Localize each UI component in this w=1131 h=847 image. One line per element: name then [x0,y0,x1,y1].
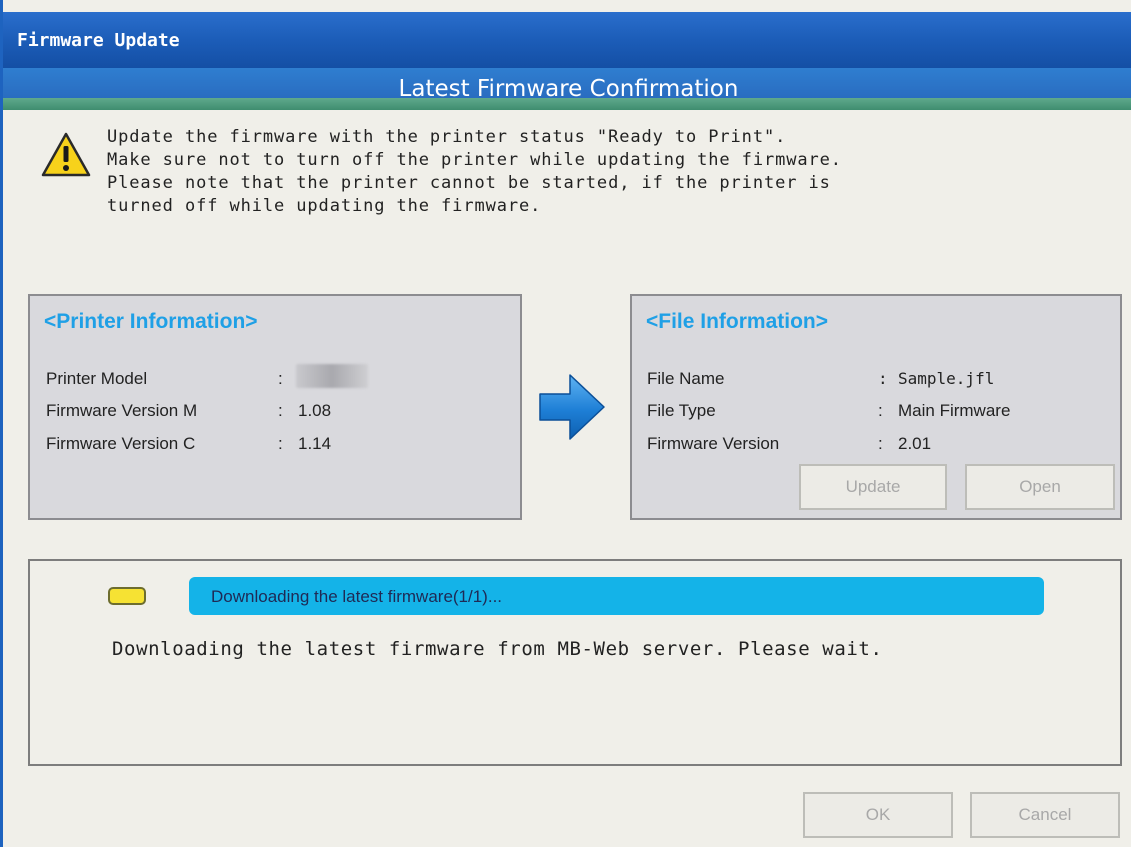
printer-information-panel: <Printer Information> Printer Model : Fi… [28,294,522,520]
status-message: Downloading the latest firmware from MB-… [112,638,883,660]
file-name-label: File Name [647,369,725,388]
file-type-separator: : [878,401,883,420]
firmware-version-m-value: 1.08 [298,401,332,420]
file-firmware-version-label: Firmware Version [647,434,780,453]
firmware-version-m-separator: : [278,401,283,420]
warning-message: Update the firmware with the printer sta… [107,127,842,216]
header-band: Latest Firmware Confirmation [3,68,1131,110]
firmware-version-c-separator: : [278,434,283,453]
progress-status-bar: Downloading the latest firmware(1/1)... [189,577,1044,615]
status-panel: Downloading the latest firmware(1/1)... … [28,559,1122,766]
open-button[interactable]: Open [965,464,1115,510]
firmware-update-window: Firmware Update Latest Firmware Confirma… [0,0,1131,847]
progress-status-text: Downloading the latest firmware(1/1)... [211,587,503,606]
status-indicator-icon [108,587,146,605]
file-information-panel: <File Information> File Name : Sample.jf… [630,294,1122,520]
arrow-right-icon [539,374,605,440]
printer-model-separator: : [278,369,283,388]
file-firmware-version-value: 2.01 [898,434,932,453]
file-information-heading: <File Information> [646,310,829,333]
file-firmware-version-separator: : [878,434,883,453]
file-type-value: Main Firmware [898,401,1011,420]
cancel-button[interactable]: Cancel [970,792,1120,838]
warning-triangle-icon [41,132,91,177]
printer-model-value-redacted [296,364,368,388]
window-title: Firmware Update [17,30,180,51]
printer-information-heading: <Printer Information> [44,310,258,333]
firmware-version-c-value: 1.14 [298,434,332,453]
title-bar[interactable]: Firmware Update [3,12,1131,68]
printer-model-label: Printer Model [46,369,148,388]
firmware-version-c-label: Firmware Version C [46,434,196,453]
file-type-label: File Type [647,401,716,420]
firmware-version-m-label: Firmware Version M [46,401,198,420]
page-subtitle: Latest Firmware Confirmation [398,76,739,102]
update-button[interactable]: Update [799,464,947,510]
file-name-value: Sample.jfl [898,369,995,388]
ok-button[interactable]: OK [803,792,953,838]
file-name-separator: : [878,369,888,388]
